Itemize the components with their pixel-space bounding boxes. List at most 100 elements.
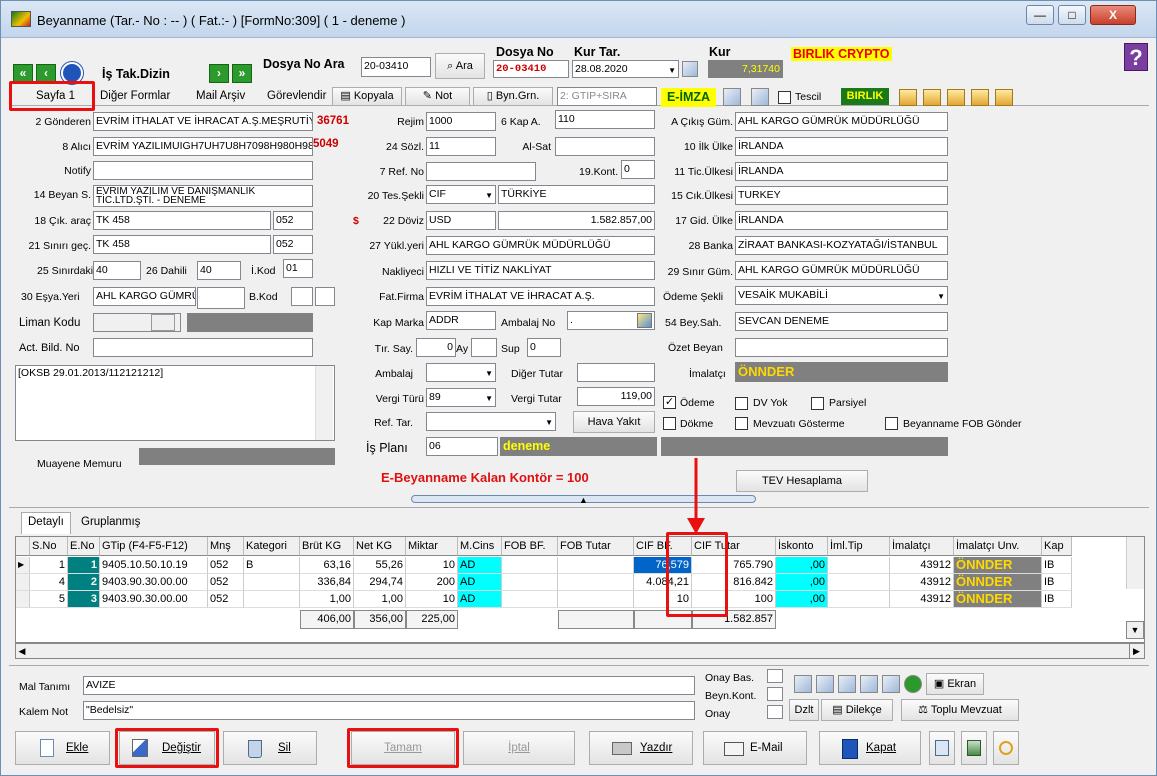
birlik-logo[interactable]: BIRLIK bbox=[841, 88, 889, 105]
onay-bas-box[interactable] bbox=[767, 669, 783, 683]
cell-gtip[interactable]: 9403.90.30.00.00 bbox=[100, 591, 208, 608]
cell-imltip[interactable] bbox=[828, 557, 890, 574]
grid-header-sno[interactable]: S.No bbox=[30, 537, 68, 556]
kapat-button[interactable]: Kapat bbox=[819, 731, 921, 765]
shield-icon[interactable] bbox=[723, 88, 741, 106]
ozet-beyan-input[interactable] bbox=[735, 338, 948, 357]
cell-iskonto[interactable]: ,00 bbox=[776, 591, 828, 608]
b-kod-input-2[interactable] bbox=[315, 287, 335, 306]
cik-arac-code[interactable]: 052 bbox=[273, 211, 313, 230]
kur-tar-input[interactable]: 28.08.2020 ▼ bbox=[572, 60, 679, 78]
esya-yeri-code[interactable] bbox=[197, 287, 245, 309]
ambalaj-select[interactable]: ▼ bbox=[426, 363, 496, 382]
go-icon[interactable] bbox=[904, 675, 922, 693]
cell-sno[interactable]: 4 bbox=[30, 574, 68, 591]
notify-input[interactable] bbox=[93, 161, 313, 180]
grid-header-imalatci[interactable]: İmalatçı bbox=[890, 537, 954, 556]
extra-button[interactable] bbox=[993, 731, 1019, 765]
odeme-checkbox[interactable]: ✓ bbox=[663, 396, 676, 409]
dokme-checkbox[interactable] bbox=[663, 417, 676, 430]
grid-header-eno[interactable]: E.No bbox=[68, 537, 100, 556]
cell-fobtutar[interactable] bbox=[558, 557, 634, 574]
not-button[interactable]: ✎ Not bbox=[405, 87, 470, 106]
dosya-no-ara-input[interactable]: 20-03410 bbox=[361, 57, 431, 77]
sinir-gum-input[interactable]: AHL KARGO GÜMRÜK MÜDÜRLÜĞÜ bbox=[735, 261, 948, 280]
grid-header-mcins[interactable]: M.Cins bbox=[458, 537, 502, 556]
banka-input[interactable]: ZİRAAT BANKASI-KOZYATAĞI/İSTANBUL bbox=[735, 236, 948, 255]
grid-header-net[interactable]: Net KG bbox=[354, 537, 406, 556]
email-button[interactable]: E-Mail bbox=[703, 731, 807, 765]
cell-miktar[interactable]: 10 bbox=[406, 591, 458, 608]
tes-ulke-input[interactable]: TÜRKİYE bbox=[498, 185, 655, 204]
toplu-mevzuat-button[interactable]: ⚖ Toplu Mevzuat bbox=[901, 699, 1019, 721]
hava-yakit-button[interactable]: Hava Yakıt bbox=[573, 411, 655, 433]
cell-net[interactable]: 55,26 bbox=[354, 557, 406, 574]
tab-gruplanmis[interactable]: Gruplanmış bbox=[81, 512, 140, 532]
cell-sno[interactable]: 1 bbox=[30, 557, 68, 574]
next-record-button[interactable]: › bbox=[209, 64, 229, 83]
ay-input[interactable] bbox=[471, 338, 497, 357]
cell-mcins[interactable]: AD bbox=[458, 574, 502, 591]
onay-box[interactable] bbox=[767, 705, 783, 719]
cell-imltip[interactable] bbox=[828, 574, 890, 591]
ambalaj-no-input[interactable]: . bbox=[567, 311, 655, 330]
minimize-button[interactable]: — bbox=[1026, 5, 1054, 25]
ara-button[interactable]: ⌕ Ara bbox=[435, 53, 485, 79]
cell-gtip[interactable]: 9403.90.30.00.00 bbox=[100, 574, 208, 591]
tir-say-input[interactable]: 0 bbox=[416, 338, 456, 357]
doviz-input[interactable]: USD bbox=[426, 211, 496, 230]
grid-header-kat[interactable]: Kategori bbox=[244, 537, 300, 556]
cell-net[interactable]: 1,00 bbox=[354, 591, 406, 608]
kopyala-button[interactable]: ▤ Kopyala bbox=[332, 87, 402, 106]
cell-mcins[interactable]: AD bbox=[458, 591, 502, 608]
cik-ulkesi-input[interactable]: TURKEY bbox=[735, 186, 948, 205]
tescil-checkbox[interactable] bbox=[778, 91, 791, 104]
report-button[interactable] bbox=[961, 731, 987, 765]
parsiyel-checkbox[interactable] bbox=[811, 397, 824, 410]
sinirdaki-input[interactable]: 40 bbox=[93, 261, 141, 280]
b-kod-input[interactable] bbox=[291, 287, 313, 306]
grid-header-unv[interactable]: İmalatçı Unv. bbox=[954, 537, 1042, 556]
gid-ulke-input[interactable]: İRLANDA bbox=[735, 211, 948, 230]
calendar-icon[interactable] bbox=[682, 61, 698, 77]
cell-brut[interactable]: 1,00 bbox=[300, 591, 354, 608]
cell-eno[interactable]: 1 bbox=[68, 557, 100, 574]
grid-header-gtip[interactable]: GTip (F4-F5-F12) bbox=[100, 537, 208, 556]
users-icon[interactable] bbox=[794, 675, 812, 693]
tab-diger-formlar[interactable]: Diğer Formlar bbox=[100, 86, 170, 106]
cell-mns[interactable]: 052 bbox=[208, 557, 244, 574]
note-textarea[interactable]: [OKSB 29.01.2013/112121212] bbox=[15, 365, 335, 441]
dzlt-button[interactable]: Dzlt bbox=[789, 699, 819, 721]
i-kod-input[interactable]: 01 bbox=[283, 259, 313, 278]
mevzuati-checkbox[interactable] bbox=[735, 417, 748, 430]
bey-sah-input[interactable]: SEVCAN DENEME bbox=[735, 312, 948, 331]
mal-tanimi-input[interactable]: AVIZE bbox=[83, 676, 695, 695]
ekle-button[interactable]: Ekle bbox=[15, 731, 110, 765]
cell-unv[interactable]: ÖNNDER bbox=[954, 557, 1042, 574]
cell-kap[interactable]: IB bbox=[1042, 557, 1072, 574]
esya-yeri-input[interactable]: AHL KARGO GÜMRÜ bbox=[93, 287, 196, 306]
row-selector[interactable] bbox=[16, 591, 30, 608]
tab-detayli[interactable]: Detaylı bbox=[28, 512, 64, 532]
byn-grn-button[interactable]: ▯ Byn.Grn. bbox=[473, 87, 553, 106]
beyanname-fob-checkbox[interactable] bbox=[885, 417, 898, 430]
gtip-sira-select[interactable]: 2: GTIP+SIRA bbox=[557, 87, 657, 106]
cell-kat[interactable] bbox=[244, 574, 300, 591]
cell-iskonto[interactable]: ,00 bbox=[776, 574, 828, 591]
folder-icon[interactable] bbox=[899, 89, 917, 106]
cell-unv[interactable]: ÖNNDER bbox=[954, 574, 1042, 591]
cell-fobbf[interactable] bbox=[502, 557, 558, 574]
cell-imalatci[interactable]: 43912 bbox=[890, 574, 954, 591]
cell-kat[interactable]: B bbox=[244, 557, 300, 574]
grid-scroll-down[interactable]: ▼ bbox=[1126, 621, 1144, 639]
cell-brut[interactable]: 63,16 bbox=[300, 557, 354, 574]
gonderen-input[interactable]: EVRİM İTHALAT VE İHRACAT A.Ş.MEŞRUTİY bbox=[93, 112, 313, 131]
cell-gtip[interactable]: 9405.10.50.10.19 bbox=[100, 557, 208, 574]
dv-yok-checkbox[interactable] bbox=[735, 397, 748, 410]
excel-icon[interactable] bbox=[882, 675, 900, 693]
folder-up-icon[interactable] bbox=[923, 89, 941, 106]
vergi-turu-select[interactable]: 89 ▼ bbox=[426, 388, 496, 407]
cell-brut[interactable]: 336,84 bbox=[300, 574, 354, 591]
rejim-input[interactable]: 1000 bbox=[426, 112, 496, 131]
ref-tar-select[interactable]: ▼ bbox=[426, 412, 556, 431]
